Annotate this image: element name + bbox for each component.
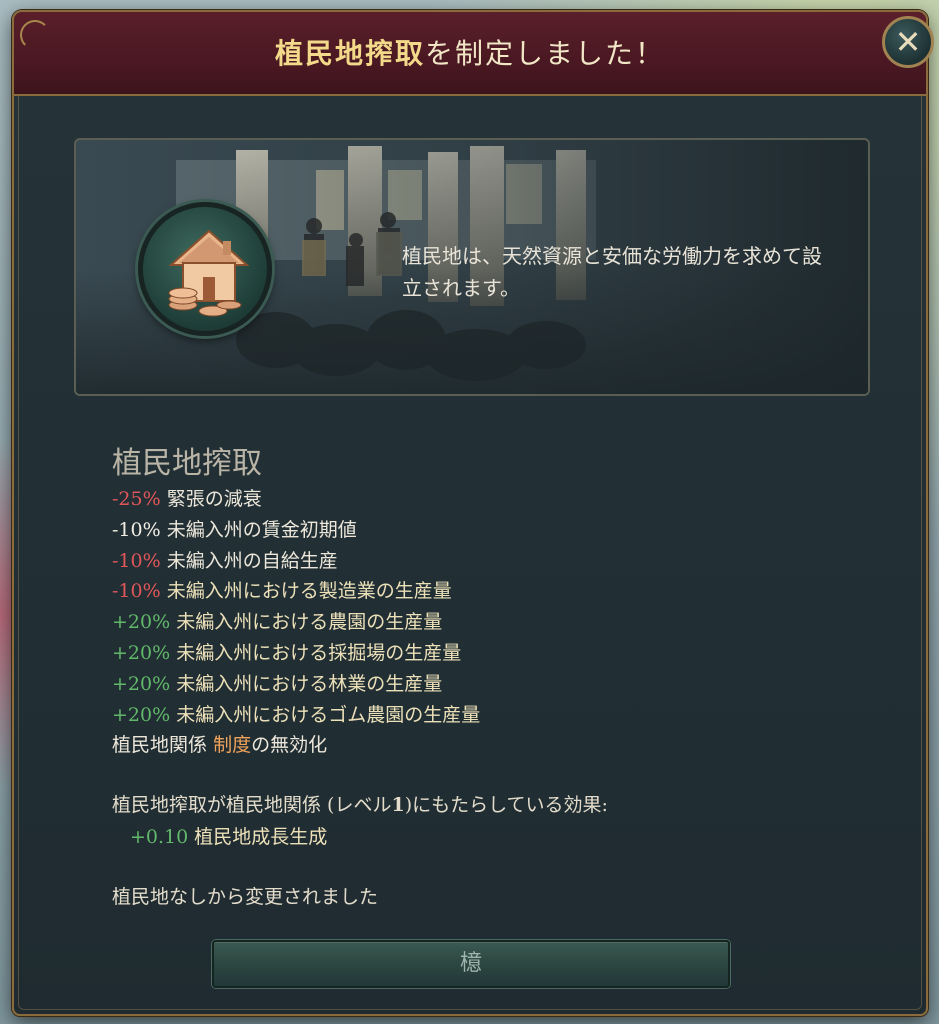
close-button[interactable]: ✕ [882, 16, 934, 68]
effect-value: +20% [112, 641, 171, 664]
effect-line: +20% 未編入州における採掘場の生産量 [112, 638, 852, 669]
confirm-button[interactable]: 檍 [212, 940, 730, 988]
effects-panel: 植民地搾取 -25% 緊張の減衰 -10% 未編入州の賃金初期値 -10% 未編… [112, 438, 852, 913]
effect-line: +20% 未編入州におけるゴム農園の生産量 [112, 700, 852, 731]
effect-line: -25% 緊張の減衰 [112, 484, 852, 515]
effect-text: 未編入州の自給生産 [166, 549, 338, 572]
effect-value: -25% [112, 488, 161, 510]
effects-title: 植民地搾取 [112, 446, 262, 481]
institution-effect-line: +0.10 植民地成長生成 [112, 821, 852, 853]
effect-value: -10% [112, 580, 161, 603]
institution-name: 植民地関係 [112, 734, 208, 757]
effect-text: 未編入州におけるゴム農園の生産量 [176, 703, 481, 726]
window-title: 植民地搾取を制定しました！ [14, 32, 926, 72]
institution-link[interactable]: 制度 [213, 734, 251, 756]
effect-text: 未編入州における林業の生産量 [176, 672, 443, 695]
event-description: 植民地は、天然資源と安価な労働力を求めて設立されます。 [402, 244, 822, 300]
heading-text-end: )にもたらしている効果: [404, 794, 608, 817]
effect-value: -10% [112, 549, 161, 572]
effect-line: -10% 未編入州における製造業の生産量 [112, 576, 852, 607]
colony-house-coins-icon [138, 202, 272, 336]
disable-text: の無効化 [251, 734, 328, 757]
effect-text: 未編入州における農園の生産量 [176, 611, 443, 634]
effect-value: +20% [112, 672, 171, 695]
disable-institution-line: 植民地関係 制度の無効化 [112, 730, 852, 761]
institution-level: 1 [391, 794, 405, 817]
effect-value: +0.10 [130, 826, 189, 849]
heading-text: 植民地搾取が植民地関係 (レベル [112, 794, 392, 817]
changed-from-text: 植民地なしから変更されました [112, 886, 379, 909]
effect-text: 緊張の減衰 [166, 488, 262, 510]
title-suffix: を制定しました！ [425, 37, 666, 70]
corner-ornament-left [20, 20, 50, 50]
effect-text: 未編入州の賃金初期値 [166, 518, 357, 541]
effect-line: +20% 未編入州における林業の生産量 [112, 669, 852, 700]
effect-value: +20% [112, 611, 171, 634]
effect-line: -10% 未編入州の自給生産 [112, 546, 852, 577]
effect-text: 植民地成長生成 [194, 826, 328, 849]
emblem-graphic [168, 229, 250, 317]
effect-text: 未編入州における製造業の生産量 [166, 580, 452, 603]
title-law-name: 植民地搾取 [274, 37, 425, 70]
effect-value: +20% [112, 703, 171, 726]
event-window: 植民地搾取を制定しました！ ✕ 植民地は、天然資源と安価な労働力を求めて設立され… [12, 10, 934, 1016]
effect-line: -10% 未編入州の賃金初期値 [112, 515, 852, 546]
window-header: 植民地搾取を制定しました！ [14, 12, 926, 96]
effect-text: 未編入州における採掘場の生産量 [176, 641, 462, 664]
effect-value: -10% [112, 518, 161, 541]
close-icon: ✕ [894, 23, 922, 61]
institution-effect-heading: 植民地搾取が植民地関係 (レベル1)にもたらしている効果: [112, 789, 852, 821]
effect-line: +20% 未編入州における農園の生産量 [112, 607, 852, 638]
